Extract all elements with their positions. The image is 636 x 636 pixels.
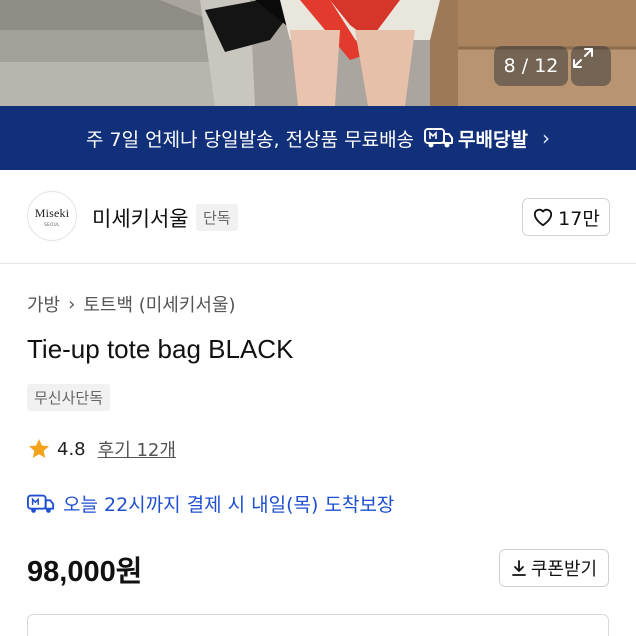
star-icon (29, 439, 49, 458)
review-count-link[interactable]: 후기 12개 (98, 436, 176, 462)
exclusive-tag: 단독 (196, 204, 238, 231)
musinsa-delivery-logo: 무배당발 (424, 125, 528, 152)
brand-logo[interactable]: Miseki SEOUL (27, 191, 77, 241)
delivery-guarantee-text: 오늘 22시까지 결제 시 내일(목) 도착보장 (63, 494, 395, 516)
brand-row[interactable]: Miseki SEOUL 미세키서울 단독 17만 (0, 170, 636, 264)
truck-icon (424, 128, 454, 148)
delivery-banner[interactable]: 주 7일 언제나 당일발송, 전상품 무료배송 무배당발 › (0, 106, 636, 170)
breadcrumb-separator: › (68, 293, 76, 315)
banner-text: 주 7일 언제나 당일발송, 전상품 무료배송 (86, 128, 415, 151)
download-icon (511, 560, 526, 576)
coupon-label: 쿠폰받기 (530, 559, 598, 580)
like-button[interactable]: 17만 (522, 198, 610, 236)
expand-photo-button[interactable] (571, 46, 611, 86)
product-title: Tie-up tote bag BLACK (27, 334, 294, 364)
brand-logo-subtext: SEOUL (44, 221, 60, 227)
get-coupon-button[interactable]: 쿠폰받기 (499, 549, 609, 587)
delivery-guarantee[interactable]: 오늘 22시까지 결제 시 내일(목) 도착보장 (27, 490, 394, 517)
brand-name[interactable]: 미세키서울 (92, 203, 189, 233)
like-count: 17만 (558, 207, 600, 230)
product-price: 98,000원 (27, 556, 143, 588)
rating-value: 4.8 (57, 438, 86, 460)
brand-logo-text: Miseki (34, 205, 70, 220)
heart-icon (534, 208, 553, 227)
breadcrumb-category[interactable]: 가방 (27, 291, 60, 317)
photo-counter: 8 / 12 (494, 46, 568, 86)
breadcrumb-subcategory[interactable]: 토트백 (미세키서울) (83, 291, 235, 317)
musinsa-exclusive-badge: 무신사단독 (27, 384, 111, 411)
banner-brand-label: 무배당발 (458, 128, 528, 151)
delivery-truck-icon (27, 494, 55, 513)
option-select-box[interactable] (27, 614, 609, 636)
chevron-right-icon: › (541, 126, 550, 150)
rating-row: 4.8 후기 12개 (27, 436, 176, 462)
breadcrumb: 가방 › 토트백 (미세키서울) (27, 291, 236, 317)
product-photo[interactable]: 8 / 12 (0, 0, 636, 106)
expand-icon (573, 48, 593, 68)
